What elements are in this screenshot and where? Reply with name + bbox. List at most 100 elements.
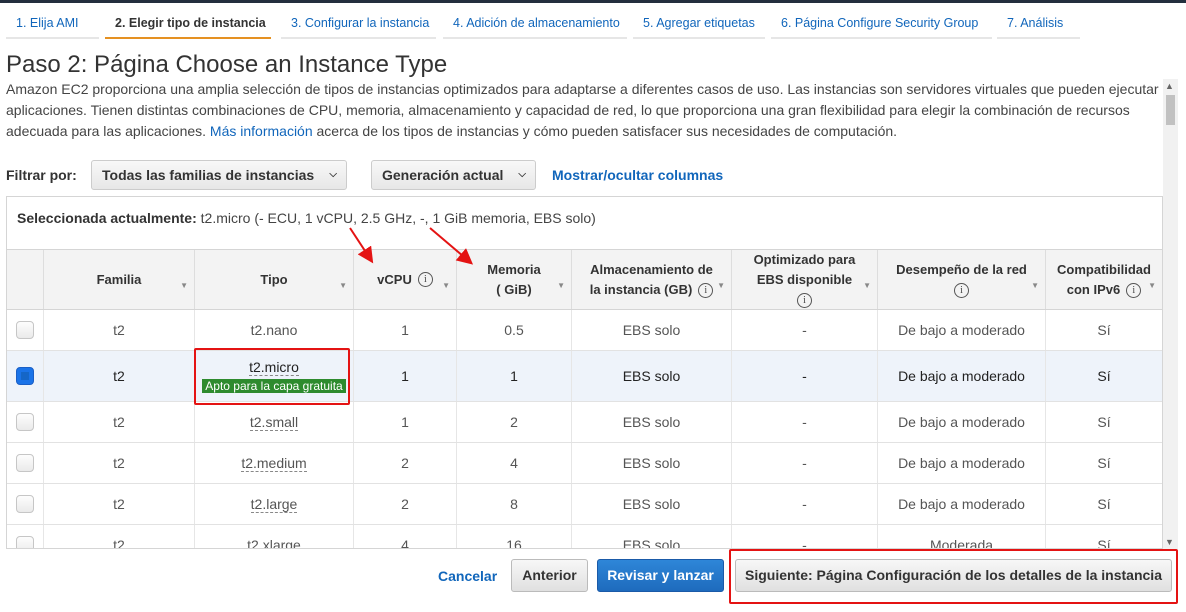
scroll-down-icon[interactable]: ▼: [1165, 537, 1174, 547]
row-checkbox-cell: [7, 402, 44, 442]
info-icon[interactable]: i: [954, 282, 969, 298]
row-checkbox[interactable]: [16, 454, 34, 472]
step-choose-ami[interactable]: 1. Elija AMI: [6, 9, 99, 39]
cell-vcpu: 1: [354, 402, 457, 442]
header-vcpu[interactable]: vCPU i ▼: [354, 250, 457, 309]
sort-icon: ▼: [717, 281, 725, 290]
cell-ipv6: Sí: [1097, 455, 1111, 471]
cell-vcpu: 4: [354, 525, 457, 548]
header-ipv6[interactable]: Compatibilidad con IPv6 i ▼: [1046, 250, 1162, 309]
next-configure-instance-button[interactable]: Siguiente: Página Configuración de los d…: [735, 559, 1172, 592]
chevron-down-icon: ⌵: [329, 169, 337, 180]
header-memory-unit: ( GiB): [496, 281, 532, 297]
cell-network: De bajo a moderado: [878, 484, 1046, 524]
cell-ipv6: Sí: [1097, 496, 1111, 512]
instance-type-name: t2.nano: [250, 322, 298, 338]
currently-selected: Seleccionada actualmente: t2.micro (- EC…: [17, 209, 596, 227]
generation-filter-value: Generación actual: [382, 167, 504, 183]
info-icon[interactable]: i: [1126, 282, 1142, 298]
cell-type: t2.nano: [195, 310, 354, 350]
cell-vcpu: 2: [354, 484, 457, 524]
family-filter-value: Todas las familias de instancias: [102, 167, 315, 183]
row-checkbox[interactable]: [16, 413, 34, 431]
chevron-down-icon: ⌵: [518, 169, 526, 180]
cell-type: t2.small: [195, 402, 354, 442]
header-storage-unit: la instancia (GB): [589, 281, 693, 297]
row-checkbox-cell: [7, 443, 44, 483]
cell-ipv6: Sí: [1097, 368, 1111, 384]
cancel-button[interactable]: Cancelar: [438, 567, 497, 585]
row-checkbox[interactable]: [16, 536, 34, 548]
cell-ipv6: Sí: [1097, 537, 1111, 549]
more-info-link[interactable]: Más información: [210, 123, 313, 139]
step-add-tags[interactable]: 5. Agregar etiquetas: [633, 9, 765, 39]
step-review[interactable]: 7. Análisis: [997, 9, 1080, 39]
filter-label: Filtrar por:: [6, 167, 77, 183]
cell-storage: EBS solo: [572, 402, 732, 442]
scrollbar-thumb[interactable]: [1166, 95, 1175, 125]
table-row[interactable]: t2 t2.xlarge 4 16 EBS solo - Moderada Sí: [7, 525, 1162, 549]
step-configure-instance[interactable]: 3. Configurar la instancia: [281, 9, 436, 39]
table-row-selected[interactable]: t2 t2.micro Apto para la capa gratuita 1…: [7, 351, 1162, 402]
vertical-scrollbar[interactable]: ▲ ▼: [1163, 79, 1178, 549]
cell-ebs: -: [732, 402, 878, 442]
generation-filter-select[interactable]: Generación actual ⌵: [371, 160, 536, 190]
page-description: Amazon EC2 proporciona una amplia selecc…: [6, 79, 1162, 142]
instance-type-name: t2.small: [249, 413, 299, 431]
header-storage[interactable]: Almacenamiento de la instancia (GB) i ▼: [572, 250, 732, 309]
scroll-up-icon[interactable]: ▲: [1165, 81, 1174, 91]
cell-family: t2: [44, 484, 195, 524]
cell-memory: 8: [457, 484, 572, 524]
cell-ebs: -: [732, 484, 878, 524]
table-row[interactable]: t2 t2.large 2 8 EBS solo - De bajo a mod…: [7, 484, 1162, 525]
step-security-group[interactable]: 6. Página Configure Security Group: [771, 9, 992, 39]
cell-type: t2.medium: [195, 443, 354, 483]
cell-type: t2.micro Apto para la capa gratuita: [195, 351, 354, 401]
cell-ebs: -: [732, 351, 878, 401]
instance-type-name: t2.xlarge: [247, 537, 301, 549]
previous-button[interactable]: Anterior: [511, 559, 588, 592]
info-icon[interactable]: i: [796, 292, 812, 308]
header-ebs-label: Optimizado para: [753, 251, 856, 267]
table-row[interactable]: t2 t2.small 1 2 EBS solo - De bajo a mod…: [7, 402, 1162, 443]
cell-vcpu: 1: [354, 351, 457, 401]
row-checkbox[interactable]: [16, 321, 34, 339]
table-row[interactable]: t2 t2.medium 2 4 EBS solo - De bajo a mo…: [7, 443, 1162, 484]
header-ebs-label-2: EBS disponible: [756, 271, 853, 287]
header-type[interactable]: Tipo ▼: [195, 250, 354, 309]
cell-network: Moderada: [878, 525, 1046, 548]
family-filter-select[interactable]: Todas las familias de instancias ⌵: [91, 160, 347, 190]
header-memory-label: Memoria: [487, 261, 541, 277]
review-and-launch-button[interactable]: Revisar y lanzar: [597, 559, 724, 592]
cell-vcpu: 1: [354, 310, 457, 350]
cell-network: De bajo a moderado: [878, 443, 1046, 483]
sort-icon: ▼: [863, 281, 871, 290]
cell-ebs: -: [732, 525, 878, 548]
step-add-storage[interactable]: 4. Adición de almacenamiento: [443, 9, 627, 39]
info-icon[interactable]: i: [698, 282, 714, 298]
cell-memory: 0.5: [457, 310, 572, 350]
info-icon[interactable]: i: [417, 272, 433, 287]
cell-network: De bajo a moderado: [878, 402, 1046, 442]
row-checkbox[interactable]: [16, 495, 34, 513]
header-ebs-optimized[interactable]: Optimizado para EBS disponible i ▼: [732, 250, 878, 309]
step-choose-instance-type[interactable]: 2. Elegir tipo de instancia: [105, 9, 271, 39]
currently-selected-label: Seleccionada actualmente:: [17, 210, 197, 226]
header-network[interactable]: Desempeño de la red i ▼: [878, 250, 1046, 309]
header-network-label: Desempeño de la red: [896, 261, 1027, 277]
cell-memory: 2: [457, 402, 572, 442]
table-header: Familia ▼ Tipo ▼ vCPU i ▼ Memoria ( GiB) ▼…: [7, 249, 1162, 310]
header-ipv6-label: Compatibilidad: [1057, 261, 1151, 277]
top-bar: [0, 0, 1186, 3]
free-tier-badge: Apto para la capa gratuita: [202, 379, 346, 393]
show-hide-columns-link[interactable]: Mostrar/ocultar columnas: [552, 166, 723, 184]
instance-type-name: t2.micro: [249, 359, 299, 376]
instance-type-name: t2.medium: [241, 454, 307, 472]
table-row[interactable]: t2 t2.nano 1 0.5 EBS solo - De bajo a mo…: [7, 310, 1162, 351]
row-checkbox-checked[interactable]: [16, 367, 34, 385]
instance-type-name: t2.large: [250, 495, 298, 513]
header-memory[interactable]: Memoria ( GiB) ▼: [457, 250, 572, 309]
header-family[interactable]: Familia ▼: [44, 250, 195, 309]
row-checkbox-cell: [7, 525, 44, 548]
cell-memory: 4: [457, 443, 572, 483]
